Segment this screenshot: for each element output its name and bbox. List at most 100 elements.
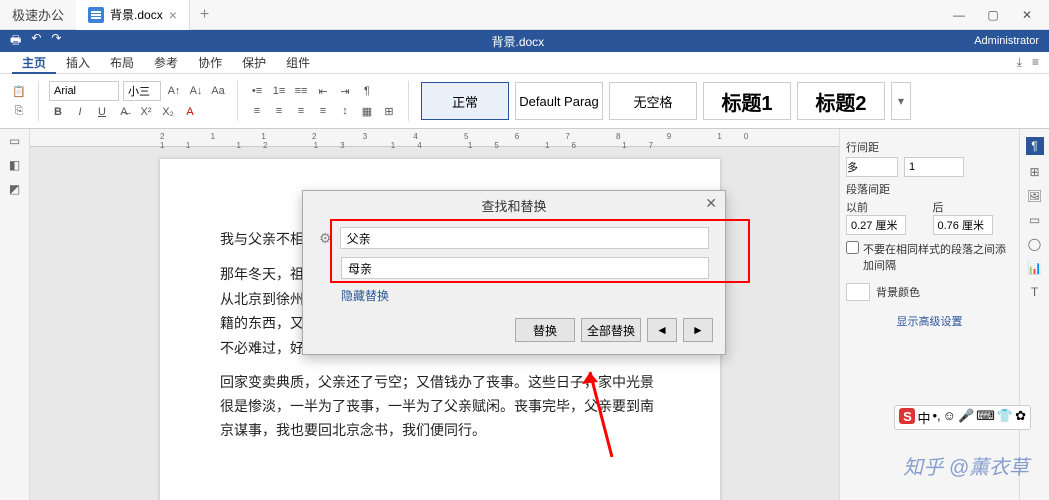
strike-button[interactable]: A̶ — [115, 103, 133, 121]
style-heading1[interactable]: 标题1 — [703, 82, 791, 120]
comment-tool-icon[interactable]: ◧ — [0, 153, 29, 177]
ime-mic-icon[interactable]: 🎤 — [958, 408, 974, 427]
gear-icon[interactable]: ⚙ — [319, 230, 332, 247]
line-spacing-label: 行间距 — [846, 139, 1013, 155]
ime-punct-icon[interactable]: •, — [933, 408, 941, 427]
ime-settings-icon[interactable]: ✿ — [1015, 408, 1026, 427]
doc-icon — [88, 7, 104, 23]
app-name: 极速办公 — [0, 5, 76, 24]
bold-button[interactable]: B — [49, 103, 67, 121]
replace-all-button[interactable]: 全部替换 — [581, 318, 641, 342]
paragraph-panel-icon[interactable]: ¶ — [1026, 137, 1044, 155]
styles-more-button[interactable]: ▾ — [891, 82, 911, 120]
document-title: 背景.docx — [71, 33, 964, 50]
header-panel-icon[interactable]: ▭ — [1029, 213, 1040, 227]
ruler: 2 1 1 2 3 4 5 6 7 8 9 10 11 12 13 14 15 … — [30, 129, 839, 147]
ime-badges: S 中 •, ☺ 🎤 ⌨ 👕 ✿ — [894, 405, 1031, 430]
change-case-icon[interactable]: Aa — [209, 82, 227, 100]
bg-color-swatch[interactable] — [846, 283, 870, 301]
replace-button[interactable]: 替换 — [515, 318, 575, 342]
justify-icon[interactable]: ≡ — [314, 102, 332, 120]
replace-input[interactable] — [341, 257, 709, 279]
shrink-font-icon[interactable]: A↓ — [187, 82, 205, 100]
underline-button[interactable]: U — [93, 103, 111, 121]
right-tool-strip: ¶ ⊞ 🖼 ▭ ◯ 📊 T — [1019, 129, 1049, 500]
style-normal[interactable]: 正常 — [421, 82, 509, 120]
no-space-checkbox[interactable] — [846, 241, 859, 254]
ime-emoji-icon[interactable]: ☺ — [943, 408, 956, 427]
menu-protect[interactable]: 保护 — [232, 52, 276, 74]
menu-layout[interactable]: 布局 — [100, 52, 144, 74]
line-spacing-mode[interactable] — [846, 157, 898, 177]
bullets-icon[interactable]: •≡ — [248, 82, 266, 100]
style-default-para[interactable]: Default Parag — [515, 82, 603, 120]
select-tool-icon[interactable]: ▭ — [0, 129, 29, 153]
close-tab-icon[interactable]: × — [169, 7, 177, 23]
export-icon[interactable]: ⤓ — [1017, 55, 1022, 70]
new-tab-button[interactable]: + — [190, 6, 219, 24]
font-color-button[interactable]: A — [181, 103, 199, 121]
style-heading2[interactable]: 标题2 — [797, 82, 885, 120]
space-before-input[interactable] — [846, 215, 906, 235]
para-marks-icon[interactable]: ¶ — [358, 82, 376, 100]
minimize-button[interactable]: — — [949, 8, 969, 22]
align-left-icon[interactable]: ≡ — [248, 102, 266, 120]
document-tab[interactable]: 背景.docx × — [76, 0, 190, 30]
ime-keyboard-icon[interactable]: ⌨ — [976, 408, 995, 427]
maximize-button[interactable]: ▢ — [983, 8, 1003, 22]
line-spacing-icon[interactable]: ↕ — [336, 102, 354, 120]
close-window-button[interactable]: ✕ — [1017, 8, 1037, 22]
user-label[interactable]: Administrator — [964, 35, 1049, 47]
title-bar: 极速办公 背景.docx × + — ▢ ✕ — [0, 0, 1049, 30]
table-panel-icon[interactable]: ⊞ — [1029, 165, 1039, 179]
space-after-input[interactable] — [933, 215, 993, 235]
shading-icon[interactable]: ▦ — [358, 102, 376, 120]
print-icon[interactable]: 🖶 — [10, 31, 21, 52]
ime-skin-icon[interactable]: 👕 — [997, 408, 1013, 427]
align-center-icon[interactable]: ≡ — [270, 102, 288, 120]
redo-icon[interactable]: ↷ — [51, 31, 61, 52]
subscript-button[interactable]: X₂ — [159, 103, 177, 121]
find-input[interactable] — [340, 227, 709, 249]
sogou-icon[interactable]: S — [899, 408, 915, 424]
prev-button[interactable]: ◄ — [647, 318, 677, 342]
para-spacing-label: 段落间距 — [846, 181, 1013, 197]
superscript-button[interactable]: X² — [137, 103, 155, 121]
hand-tool-icon[interactable]: ◩ — [0, 177, 29, 201]
grow-font-icon[interactable]: A↑ — [165, 82, 183, 100]
paste-icon[interactable]: 📋 — [10, 82, 28, 100]
next-button[interactable]: ► — [683, 318, 713, 342]
tab-label: 背景.docx — [110, 6, 163, 23]
image-panel-icon[interactable]: 🖼 — [1027, 189, 1042, 203]
chart-panel-icon[interactable]: 📊 — [1027, 261, 1042, 275]
undo-icon[interactable]: ↶ — [31, 31, 41, 52]
ime-cn-icon[interactable]: 中 — [917, 408, 930, 427]
multilevel-icon[interactable]: ≡≡ — [292, 82, 310, 100]
hide-replace-link[interactable]: 隐藏替换 — [341, 287, 709, 304]
italic-button[interactable]: I — [71, 103, 89, 121]
window-controls: — ▢ ✕ — [949, 8, 1049, 22]
menu-insert[interactable]: 插入 — [56, 52, 100, 74]
shape-panel-icon[interactable]: ◯ — [1028, 237, 1041, 251]
quick-access-bar: 🖶 ↶ ↷ 背景.docx Administrator — [0, 30, 1049, 52]
menu-more-icon[interactable]: ≡ — [1032, 55, 1039, 70]
font-name-select[interactable] — [49, 81, 119, 101]
menu-collab[interactable]: 协作 — [188, 52, 232, 74]
text-panel-icon[interactable]: T — [1031, 285, 1038, 299]
numbering-icon[interactable]: 1≡ — [270, 82, 288, 100]
menu-home[interactable]: 主页 — [12, 52, 56, 74]
align-right-icon[interactable]: ≡ — [292, 102, 310, 120]
copy-icon[interactable]: ⎘ — [10, 102, 28, 120]
line-spacing-value[interactable] — [904, 157, 964, 177]
after-label: 后 — [933, 199, 1014, 215]
outdent-icon[interactable]: ⇤ — [314, 82, 332, 100]
borders-icon[interactable]: ⊞ — [380, 102, 398, 120]
indent-icon[interactable]: ⇥ — [336, 82, 354, 100]
menu-components[interactable]: 组件 — [276, 52, 320, 74]
before-label: 以前 — [846, 199, 927, 215]
style-no-space[interactable]: 无空格 — [609, 82, 697, 120]
dialog-close-icon[interactable]: ✕ — [705, 195, 717, 212]
font-size-select[interactable] — [123, 81, 161, 101]
advanced-settings-link[interactable]: 显示高级设置 — [846, 313, 1013, 329]
menu-reference[interactable]: 参考 — [144, 52, 188, 74]
